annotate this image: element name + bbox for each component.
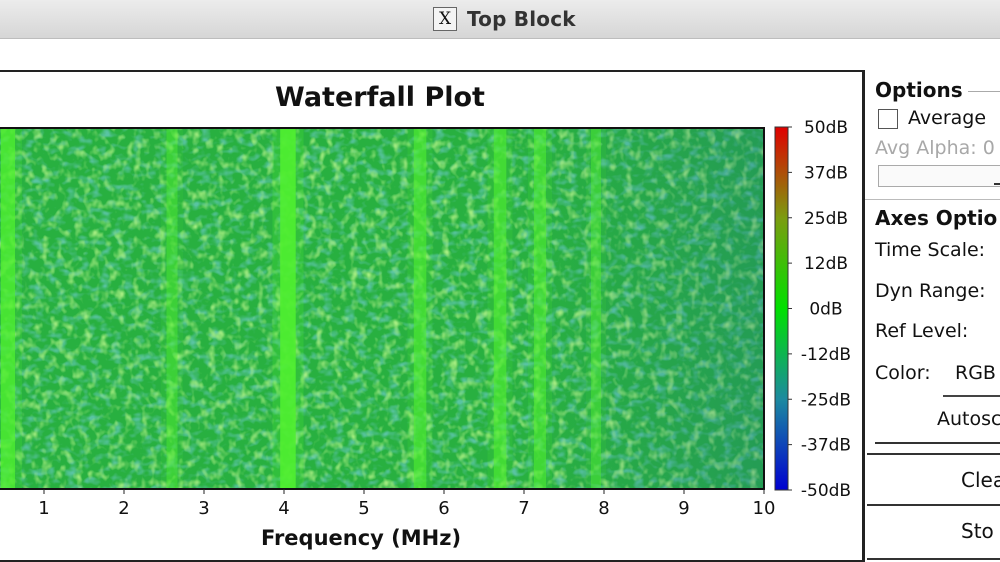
colorbar: [774, 126, 789, 491]
axes-options-group-title: Axes Optio: [875, 206, 998, 230]
colorbar-label: 37dB: [804, 163, 848, 183]
separator: [865, 199, 1000, 200]
waterfall-plot[interactable]: 1 2 3 4 5 6 7 8 9 10 Frequency (MHz) 50dB 37dB 25dB…: [0, 0, 860, 562]
stop-button[interactable]: Sto: [867, 504, 1000, 560]
x-tick-label: 4: [278, 498, 289, 519]
x-tick-label: 5: [358, 498, 369, 519]
x-tick-label: 3: [198, 498, 209, 519]
x-tick-label: 7: [518, 498, 529, 519]
autoscale-button[interactable]: Autosc: [937, 408, 1000, 430]
color-select-underline: [943, 395, 1000, 397]
ref-level-label: Ref Level:: [875, 320, 969, 342]
time-scale-label: Time Scale:: [875, 239, 986, 261]
x-tick-label: 1: [38, 498, 49, 519]
slider-handle[interactable]: [994, 183, 1000, 185]
x-tick-label: 6: [438, 498, 449, 519]
color-label: Color:: [875, 362, 931, 384]
options-group-title: Options: [875, 78, 963, 102]
waterfall-area: [0, 127, 765, 490]
x-tick-label: 8: [598, 498, 609, 519]
control-panel: Options Average Avg Alpha: 0 Axes Optio …: [863, 70, 1000, 562]
stop-button-label: Sto: [961, 519, 994, 543]
colorbar-labels: 50dB 37dB 25dB 12dB 0dB -12dB -25dB -37dB -50dB: [788, 118, 851, 501]
colorbar-label: 25dB: [804, 209, 848, 229]
clear-button[interactable]: Clea: [867, 453, 1000, 509]
colorbar-label: -50dB: [801, 481, 851, 501]
waterfall-shading: [0, 128, 764, 489]
colorbar-label: -25dB: [801, 390, 851, 410]
x-axis-label: Frequency (MHz): [261, 526, 461, 550]
average-checkbox[interactable]: [878, 109, 898, 129]
x-axis-ticks: 1 2 3 4 5 6 7 8 9 10: [38, 489, 775, 519]
average-label[interactable]: Average: [908, 107, 986, 129]
signal-line: [166, 128, 178, 489]
options-group-line: [968, 91, 1000, 92]
signal-line: [493, 128, 507, 489]
x-tick-label: 2: [118, 498, 129, 519]
x-tick-label: 10: [753, 498, 776, 519]
colorbar-label: -37dB: [801, 436, 851, 456]
colorbar-label: 12dB: [804, 254, 848, 274]
signal-line: [280, 128, 296, 489]
x-tick-label: 9: [678, 498, 689, 519]
colorbar-label: 50dB: [804, 118, 848, 138]
signal-line: [591, 128, 601, 489]
signal-line: [534, 128, 546, 489]
avg-alpha-slider[interactable]: [878, 165, 1000, 187]
colorbar-label: 0dB: [809, 300, 842, 320]
autoscale-button-border: [875, 442, 1000, 444]
signal-line: [1, 128, 15, 489]
clear-button-label: Clea: [961, 468, 1000, 492]
dyn-range-label: Dyn Range:: [875, 280, 986, 302]
avg-alpha-label: Avg Alpha: 0: [875, 137, 995, 159]
colorbar-label: -12dB: [801, 345, 851, 365]
signal-line: [413, 128, 427, 489]
color-select[interactable]: RGB: [955, 362, 996, 384]
